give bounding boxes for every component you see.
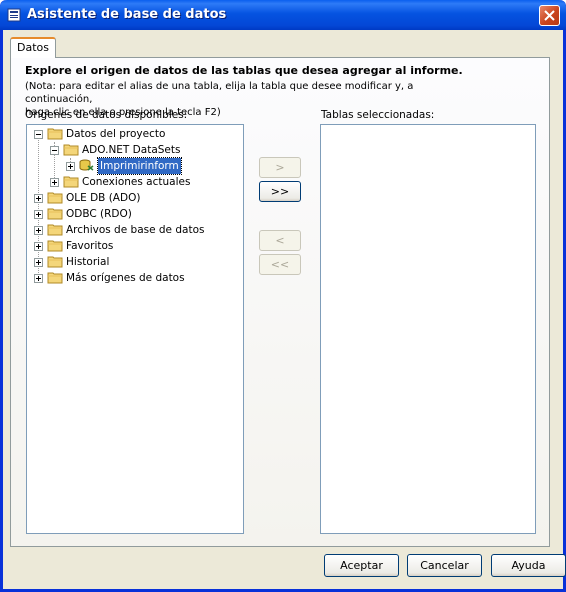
tree-node-more-sources[interactable]: Más orígenes de datos [27,270,237,286]
instructions-heading: Explore el origen de datos de las tablas… [25,64,463,77]
dataset-icon [79,159,94,171]
data-sources-tree[interactable]: Datos del proyecto ADO.NET DataSets Impr… [26,124,244,534]
expand-icon[interactable] [34,210,43,219]
close-button[interactable] [539,5,560,26]
expand-icon[interactable] [34,258,43,267]
collapse-icon[interactable] [34,130,43,139]
title-bar[interactable]: Asistente de base de datos [0,0,566,30]
expand-icon[interactable] [66,162,75,171]
tree-node-history[interactable]: Historial [27,254,237,270]
tree-node-favorites[interactable]: Favoritos [27,238,237,254]
tab-datos[interactable]: Datos [10,37,56,58]
cancel-button[interactable]: Cancelar [407,554,482,577]
folder-icon [47,240,63,252]
window-title: Asistente de base de datos [27,7,227,22]
expand-icon[interactable] [34,194,43,203]
add-all-button[interactable]: >> [259,181,301,202]
tree-label: Más orígenes de datos [66,272,185,284]
selected-tables-label: Tablas seleccionadas: [321,109,435,121]
tree-node-db-files[interactable]: Archivos de base de datos [27,222,237,238]
tree-label-selected: Imprimirinform [97,157,182,175]
tree-node-adonet[interactable]: ADO.NET DataSets [27,142,237,158]
tree-label: ODBC (RDO) [66,208,132,220]
folder-icon [47,192,63,204]
tree-label: Archivos de base de datos [66,224,205,236]
ok-button[interactable]: Aceptar [324,554,399,577]
folder-icon [47,208,63,220]
help-button[interactable]: Ayuda [491,554,566,577]
selected-tables-list[interactable] [320,124,536,534]
tree-node-project[interactable]: Datos del proyecto [27,126,237,142]
tree-label: Conexiones actuales [82,176,191,188]
add-button[interactable]: > [259,157,301,178]
expand-icon[interactable] [50,178,59,187]
collapse-icon[interactable] [50,146,59,155]
close-icon [544,10,555,21]
tree-label: OLE DB (ADO) [66,192,141,204]
tree-node-current-connections[interactable]: Conexiones actuales [27,174,237,190]
folder-icon [47,224,63,236]
expand-icon[interactable] [34,226,43,235]
folder-icon [63,144,79,156]
folder-icon [63,176,79,188]
app-icon [7,8,21,22]
expand-icon[interactable] [34,242,43,251]
folder-icon [47,272,63,284]
remove-button[interactable]: < [259,230,301,251]
note-line-1: (Nota: para editar el alias de una tabla… [25,81,414,105]
folder-icon [47,256,63,268]
tree-label: Historial [66,256,110,268]
tree-label: Datos del proyecto [66,128,166,140]
folder-icon [47,128,63,140]
tree-node-dataset[interactable]: Imprimirinform [27,157,237,175]
remove-all-button[interactable]: << [259,254,301,275]
sources-label: Orígenes de datos disponibles: [25,109,188,121]
tree-label: ADO.NET DataSets [82,144,181,156]
tree-node-oledb[interactable]: OLE DB (ADO) [27,190,237,206]
expand-icon[interactable] [34,274,43,283]
tree-node-odbc[interactable]: ODBC (RDO) [27,206,237,222]
tree-label: Favoritos [66,240,114,252]
